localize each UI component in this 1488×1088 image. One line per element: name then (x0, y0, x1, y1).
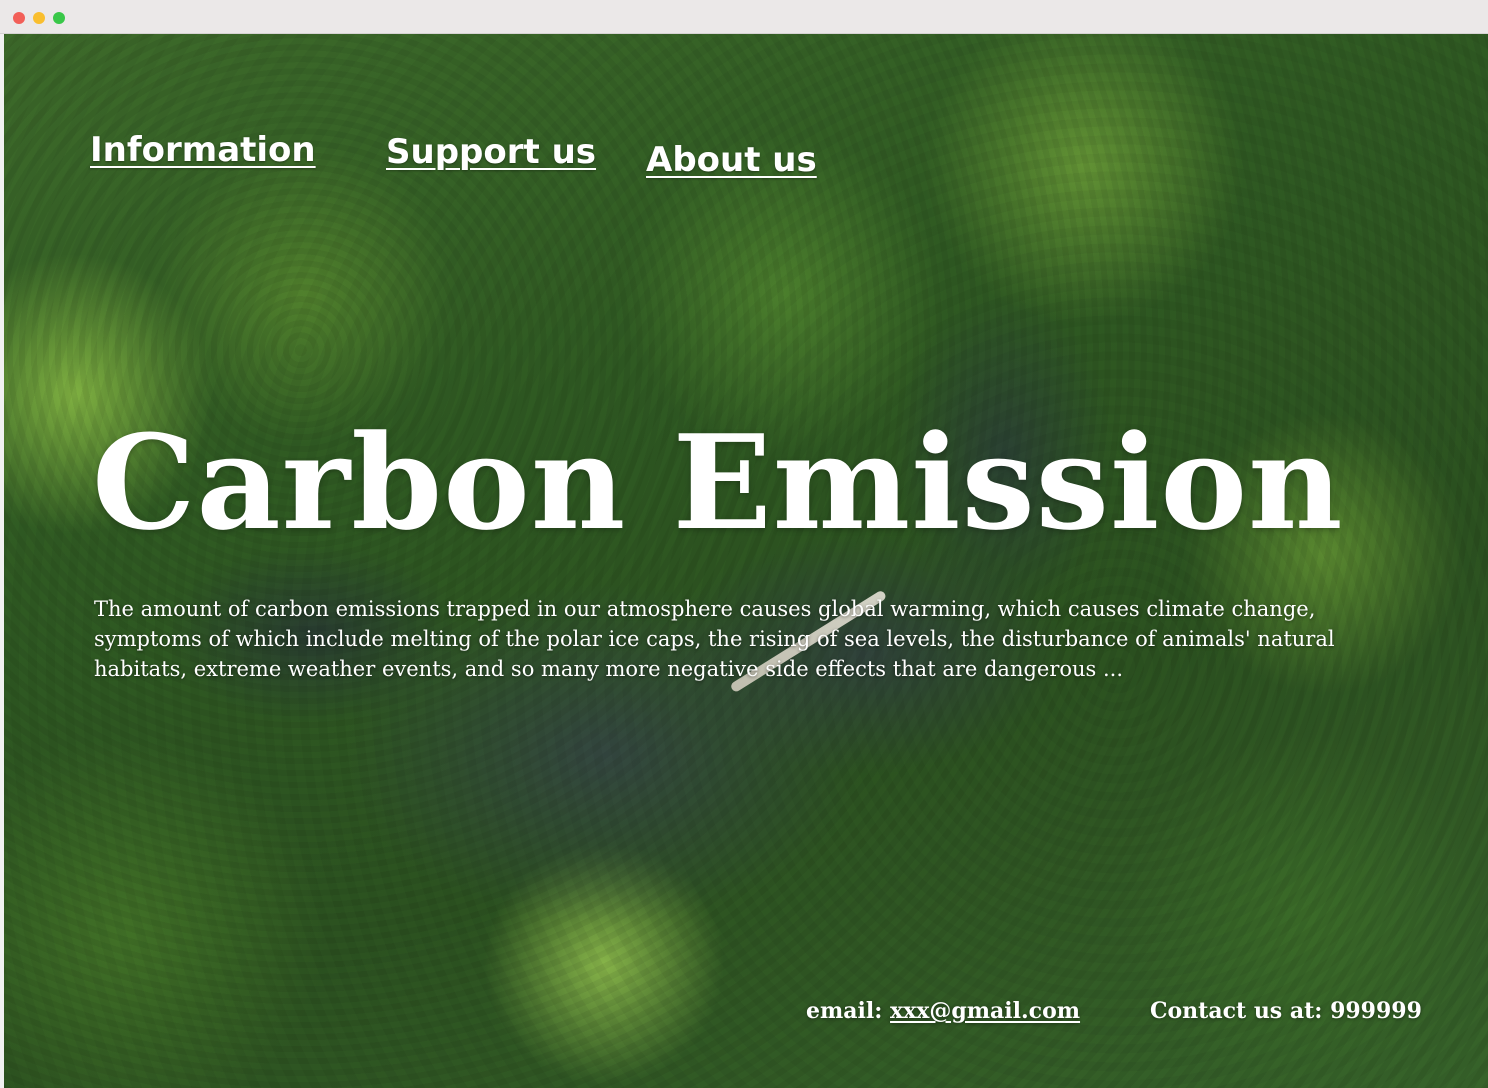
nav-link-support-us[interactable]: Support us (386, 132, 596, 172)
window-titlebar (0, 0, 1488, 34)
nav-link-about-us[interactable]: About us (646, 140, 817, 180)
browser-window: Information Support us About us Carbon E… (0, 0, 1488, 1088)
contact-footer: email: xxx@gmail.com Contact us at: 9999… (806, 998, 1422, 1024)
hero-section: Information Support us About us Carbon E… (4, 34, 1488, 1088)
contact-info: Contact us at: 999999 (1150, 998, 1422, 1024)
email-link[interactable]: xxx@gmail.com (890, 998, 1080, 1024)
contact-label: Contact us at: (1150, 998, 1323, 1024)
page-title: Carbon Emission (92, 406, 1344, 559)
forest-background-image (4, 34, 1488, 1088)
contact-number: 999999 (1330, 998, 1422, 1024)
close-window-icon[interactable] (13, 12, 25, 24)
nav-link-information[interactable]: Information (90, 130, 316, 170)
hero-description: The amount of carbon emissions trapped i… (94, 597, 1335, 681)
minimize-window-icon[interactable] (33, 12, 45, 24)
email-label: email: (806, 998, 883, 1024)
zoom-window-icon[interactable] (53, 12, 65, 24)
